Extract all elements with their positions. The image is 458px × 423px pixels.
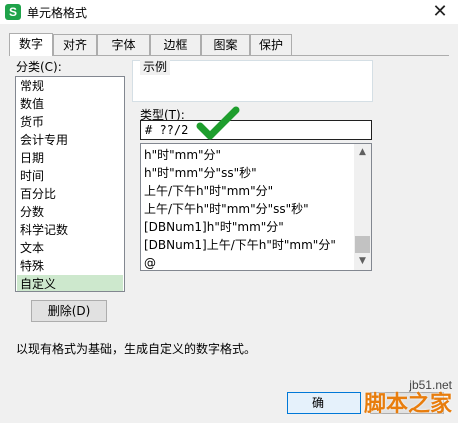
scroll-thumb[interactable] <box>355 236 370 253</box>
format-item[interactable]: 上午/下午h"时"mm"分" <box>144 182 273 200</box>
format-item[interactable]: @ <box>144 254 156 270</box>
description-text: 以现有格式为基础，生成自定义的数字格式。 <box>16 342 257 356</box>
tab-protection[interactable]: 保护 <box>250 34 292 55</box>
category-item-custom[interactable]: 自定义 <box>17 275 123 291</box>
category-item-general[interactable]: 常规 <box>17 77 123 95</box>
category-item-text[interactable]: 文本 <box>17 239 123 257</box>
cancel-button[interactable] <box>370 392 444 414</box>
window-title: 单元格格式 <box>27 6 88 20</box>
tab-border[interactable]: 边框 <box>150 34 201 55</box>
category-item-percentage[interactable]: 百分比 <box>17 185 123 203</box>
tab-font[interactable]: 字体 <box>97 34 150 55</box>
checkmark-icon <box>196 106 240 140</box>
tab-alignment[interactable]: 对齐 <box>53 34 97 55</box>
category-item-date[interactable]: 日期 <box>17 149 123 167</box>
category-item-time[interactable]: 时间 <box>17 167 123 185</box>
format-list-scrollbar[interactable]: ▲ ▼ <box>354 144 371 270</box>
format-item[interactable]: [DBNum1]h"时"mm"分" <box>144 218 284 236</box>
sample-label: 示例 <box>140 58 171 75</box>
tab-pattern[interactable]: 图案 <box>201 34 250 55</box>
title-bar: S 单元格格式 ✕ <box>0 0 458 24</box>
scroll-up-icon[interactable]: ▲ <box>354 144 371 161</box>
category-item-scientific[interactable]: 科学记数 <box>17 221 123 239</box>
delete-button[interactable]: 删除(D) <box>31 300 107 322</box>
category-item-fraction[interactable]: 分数 <box>17 203 123 221</box>
category-item-number[interactable]: 数值 <box>17 95 123 113</box>
category-item-accounting[interactable]: 会计专用 <box>17 131 123 149</box>
category-item-special[interactable]: 特殊 <box>17 257 123 275</box>
category-label: 分类(C): <box>16 60 62 74</box>
format-item[interactable]: h"时"mm"分" <box>144 146 221 164</box>
format-list[interactable]: h"时"mm"分" h"时"mm"分"ss"秒" 上午/下午h"时"mm"分" … <box>140 143 372 271</box>
category-item-currency[interactable]: 货币 <box>17 113 123 131</box>
app-logo-icon: S <box>5 4 21 20</box>
tab-divider <box>9 55 449 56</box>
format-item[interactable]: 上午/下午h"时"mm"分"ss"秒" <box>144 200 309 218</box>
scroll-down-icon[interactable]: ▼ <box>354 253 371 270</box>
format-item[interactable]: [DBNum1]上午/下午h"时"mm"分" <box>144 236 336 254</box>
type-input[interactable]: # ??/2 <box>140 120 372 140</box>
category-list[interactable]: 常规 数值 货币 会计专用 日期 时间 百分比 分数 科学记数 文本 特殊 自定… <box>15 76 125 292</box>
format-item[interactable]: h"时"mm"分"ss"秒" <box>144 164 257 182</box>
ok-button[interactable]: 确 <box>287 392 361 414</box>
tab-number[interactable]: 数字 <box>9 33 53 56</box>
close-icon[interactable]: ✕ <box>430 2 450 22</box>
